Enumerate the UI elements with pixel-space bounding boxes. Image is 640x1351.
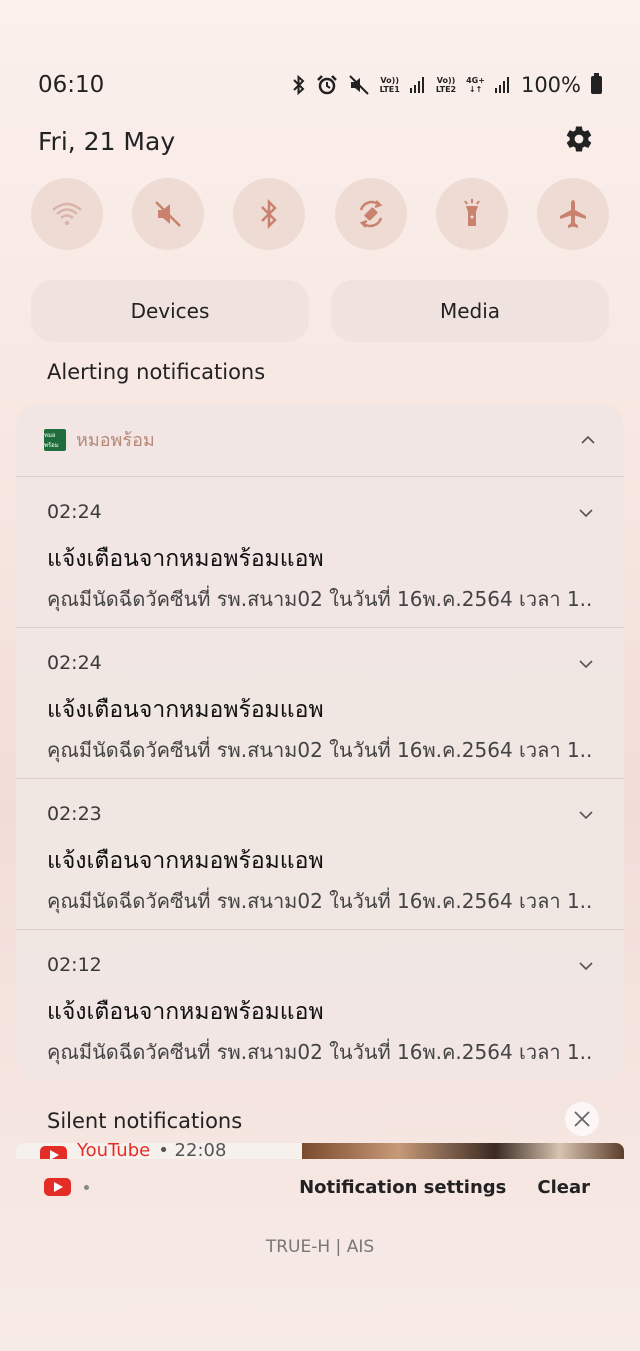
- date-label: Fri, 21 May: [38, 126, 176, 156]
- notification-title: แจ้งเตือนจากหมอพร้อมแอพ: [47, 848, 324, 874]
- clear-button[interactable]: Clear: [537, 1177, 590, 1198]
- devices-button[interactable]: Devices: [31, 280, 309, 342]
- media-button[interactable]: Media: [331, 280, 609, 342]
- wifi-icon: [52, 202, 82, 226]
- 4g-plus-icon: 4G+ ↓↑: [466, 76, 485, 94]
- quick-airplane-button[interactable]: [536, 178, 609, 250]
- volte-lte1-icon: Vo)) LTE1: [380, 76, 400, 94]
- close-icon: [574, 1111, 590, 1127]
- notification-time: 02:12: [47, 954, 102, 976]
- status-icons: Vo)) LTE1 Vo)) LTE2 4G+ ↓↑ 100%: [292, 73, 602, 97]
- gear-icon[interactable]: [564, 124, 594, 158]
- notification-group-header[interactable]: หมอพร้อม หมอพร้อม: [16, 403, 624, 477]
- quick-wifi-button[interactable]: [31, 178, 103, 250]
- chevron-down-icon[interactable]: [578, 958, 594, 974]
- more-dot: [84, 1184, 89, 1190]
- lte1-top: Vo)): [380, 76, 399, 85]
- flashlight-icon: [463, 199, 480, 226]
- clear-silent-button[interactable]: [565, 1102, 599, 1136]
- notification-item[interactable]: 02:24 แจ้งเตือนจากหมอพร้อมแอพ คุณมีนัดฉี…: [16, 628, 624, 779]
- chevron-down-icon[interactable]: [578, 505, 594, 521]
- lte2-top: Vo)): [436, 76, 456, 85]
- chevron-down-icon[interactable]: [578, 656, 594, 672]
- volte-lte2-icon: Vo)) LTE2: [436, 76, 456, 94]
- net-top: 4G+: [466, 76, 485, 85]
- youtube-icon: [44, 1178, 71, 1196]
- notification-title: แจ้งเตือนจากหมอพร้อมแอพ: [47, 697, 324, 723]
- lte1-bottom: LTE1: [379, 85, 400, 94]
- notification-time: 02:23: [47, 803, 102, 825]
- quick-bluetooth-button[interactable]: [233, 178, 306, 250]
- quick-rotate-button[interactable]: [334, 178, 407, 250]
- mute-icon: [348, 74, 370, 96]
- airplane-icon: [559, 200, 586, 228]
- youtube-notification-peek[interactable]: YouTube • 22:08: [16, 1143, 624, 1159]
- quick-flashlight-button[interactable]: [435, 178, 508, 250]
- chevron-up-icon[interactable]: [580, 432, 596, 448]
- notification-item[interactable]: 02:24 แจ้งเตือนจากหมอพร้อมแอพ คุณมีนัดฉี…: [16, 477, 624, 628]
- quick-settings: [31, 178, 609, 250]
- app-icon: หมอพร้อม: [44, 428, 66, 451]
- status-bar: 06:10 Vo)) LTE1 Vo)) LTE2 4G+ ↓↑ 100%: [38, 70, 602, 100]
- notification-actions-row: Notification settings Clear: [44, 1172, 590, 1202]
- status-time: 06:10: [38, 72, 105, 98]
- notification-item[interactable]: 02:23 แจ้งเตือนจากหมอพร้อมแอพ คุณมีนัดฉี…: [16, 779, 624, 930]
- youtube-time: • 22:08: [158, 1143, 227, 1159]
- alerting-notifications-label: Alerting notifications: [47, 360, 266, 384]
- notification-body: คุณมีนัดฉีดวัคซีนที่ รพ.สนาม02 ในวันที่ …: [47, 1040, 593, 1064]
- net-bottom: ↓↑: [468, 85, 483, 94]
- notification-title: แจ้งเตือนจากหมอพร้อมแอพ: [47, 546, 324, 572]
- notification-body: คุณมีนัดฉีดวัคซีนที่ รพ.สนาม02 ในวันที่ …: [47, 889, 593, 913]
- notification-body: คุณมีนัดฉีดวัคซีนที่ รพ.สนาม02 ในวันที่ …: [47, 738, 593, 762]
- alarm-icon: [316, 74, 338, 96]
- carrier-label: TRUE-H | AIS: [265, 1237, 375, 1257]
- signal-icon: [409, 77, 426, 93]
- notification-time: 02:24: [47, 652, 102, 674]
- silent-notifications-label: Silent notifications: [47, 1109, 243, 1133]
- devices-media-row: Devices Media: [31, 280, 609, 342]
- quick-sound-button[interactable]: [132, 178, 205, 250]
- notification-body: คุณมีนัดฉีดวัคซีนที่ รพ.สนาม02 ในวันที่ …: [47, 587, 593, 611]
- date-row: Fri, 21 May: [38, 124, 594, 158]
- bluetooth-icon: [261, 198, 278, 230]
- battery-icon: [591, 73, 602, 94]
- rotate-icon: [359, 200, 382, 228]
- youtube-thumbnail: [302, 1143, 624, 1159]
- youtube-icon: [40, 1146, 67, 1159]
- battery-percent: 100%: [520, 73, 581, 97]
- notification-title: แจ้งเตือนจากหมอพร้อมแอพ: [47, 999, 324, 1025]
- lte2-bottom: LTE2: [435, 85, 457, 94]
- notification-item[interactable]: 02:12 แจ้งเตือนจากหมอพร้อมแอพ คุณมีนัดฉี…: [16, 930, 624, 1081]
- notification-time: 02:24: [47, 501, 102, 523]
- youtube-label: YouTube: [77, 1143, 151, 1159]
- notification-settings-button[interactable]: Notification settings: [299, 1177, 506, 1198]
- notification-group-mor-prom: หมอพร้อม หมอพร้อม 02:24 แจ้งเตือนจากหมอพ…: [16, 403, 624, 1081]
- mute-icon: [155, 201, 182, 227]
- bluetooth-icon: [292, 75, 306, 95]
- app-name: หมอพร้อม: [76, 430, 155, 451]
- chevron-down-icon[interactable]: [578, 807, 594, 823]
- signal-icon: [494, 77, 511, 93]
